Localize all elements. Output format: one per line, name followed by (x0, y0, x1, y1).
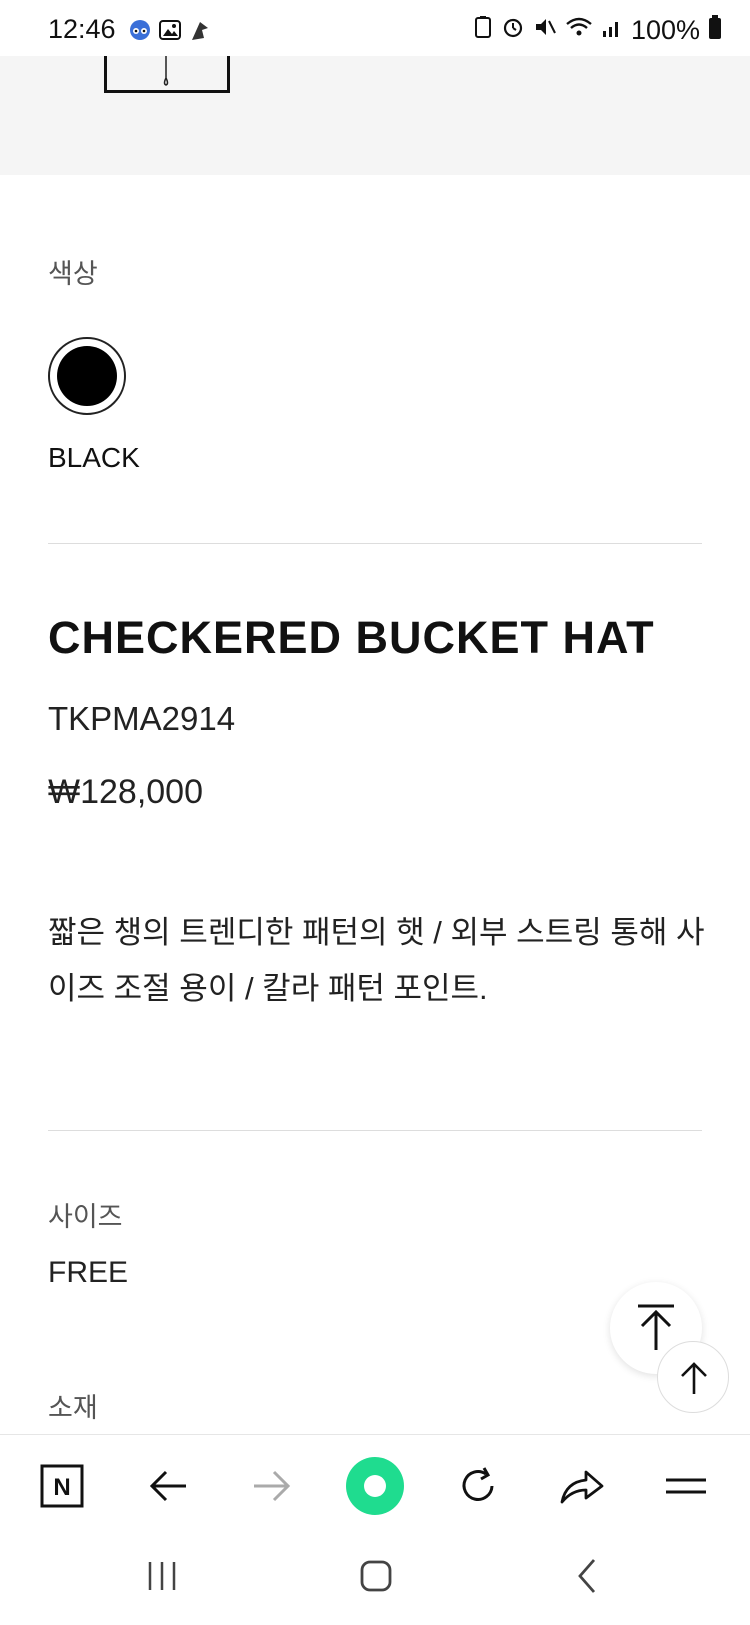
green-circle-icon (346, 1457, 404, 1515)
product-image (0, 56, 750, 175)
arrow-up-icon (681, 1362, 707, 1394)
refresh-icon (462, 1467, 494, 1501)
svg-text:N: N (53, 1474, 70, 1501)
hat-string (163, 56, 169, 86)
material-label: 소재 (48, 1393, 98, 1423)
status-bar: 12:46 100% (0, 0, 750, 56)
size-label: 사이즈 (48, 1202, 123, 1232)
battery-saver-icon (473, 15, 493, 46)
share-icon (560, 1470, 604, 1504)
forward-button[interactable] (232, 1435, 312, 1537)
status-right: 100% (473, 14, 722, 47)
wifi-icon (565, 15, 593, 46)
product-price: ₩128,000 (48, 773, 203, 811)
divider (48, 543, 702, 544)
color-label: 색상 (48, 259, 98, 289)
recent-apps-button[interactable] (142, 1556, 182, 1601)
color-swatch-dot (57, 346, 117, 406)
status-time: 12:46 (48, 14, 116, 44)
mute-icon (533, 15, 557, 46)
home-icon (360, 1560, 392, 1592)
battery-icon (708, 14, 722, 47)
app-icon (128, 18, 152, 42)
recent-apps-icon (148, 1562, 176, 1590)
browser-toolbar: N (0, 1434, 750, 1537)
back-nav-button[interactable] (568, 1556, 608, 1601)
system-nav-bar (0, 1536, 750, 1625)
green-dot-button[interactable] (335, 1435, 415, 1537)
image-icon (158, 18, 182, 42)
status-left-icons (128, 18, 212, 42)
size-value: FREE (48, 1256, 129, 1289)
back-icon (578, 1559, 596, 1593)
signal-icon (601, 15, 623, 46)
menu-button[interactable] (646, 1435, 726, 1537)
refresh-button[interactable] (438, 1435, 518, 1537)
product-description: 짧은 챙의 트렌디한 패턴의 햇 / 외부 스트링 통해 사이즈 조절 용이 /… (48, 915, 705, 1006)
divider (48, 1130, 702, 1131)
alarm-icon (501, 15, 525, 46)
color-swatch-label: BLACK (48, 442, 140, 473)
forward-arrow-icon (254, 1470, 291, 1502)
n-home-button[interactable]: N (22, 1435, 102, 1537)
back-button[interactable] (128, 1435, 208, 1537)
cursor-icon (188, 18, 212, 42)
product-code: TKPMA2914 (48, 700, 236, 737)
back-arrow-icon (149, 1470, 186, 1502)
battery-percent: 100% (630, 15, 700, 45)
n-home-icon: N (40, 1464, 84, 1508)
home-button[interactable] (356, 1556, 396, 1601)
share-button[interactable] (542, 1435, 622, 1537)
product-title: CHECKERED BUCKET HAT (48, 612, 655, 663)
menu-icon (666, 1478, 706, 1494)
scroll-up-button[interactable] (657, 1341, 729, 1413)
